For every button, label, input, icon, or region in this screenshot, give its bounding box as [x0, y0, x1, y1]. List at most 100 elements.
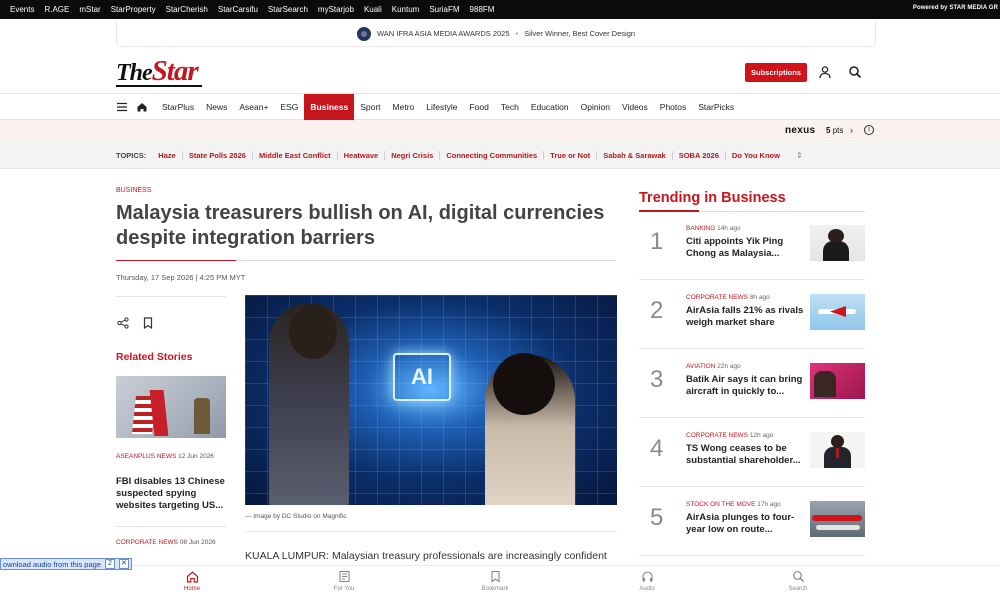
article-body: KUALA LUMPUR: Malaysian treasury profess…: [245, 550, 607, 562]
topics-expand-icon[interactable]: ⇕: [796, 151, 803, 160]
trending-rank: 4: [650, 435, 664, 462]
trending-rank: 5: [650, 504, 664, 531]
nav-food[interactable]: Food: [463, 94, 494, 120]
related-story-image[interactable]: [116, 376, 226, 438]
bottom-nav: Home For You Bookmark Audio Search: [0, 565, 1000, 600]
nav-videos[interactable]: Videos: [616, 94, 654, 120]
topic-link[interactable]: Haze: [152, 151, 183, 160]
topic-link[interactable]: Negri Crisis: [385, 151, 441, 160]
article-kicker[interactable]: BUSINESS: [116, 187, 151, 194]
trending-title[interactable]: TS Wong ceases to be substantial shareho…: [686, 443, 804, 467]
trending-item[interactable]: 3 AVIATION 22h ago Batik Air says it can…: [639, 350, 865, 418]
award-subtitle: Silver Winner, Best Cover Design: [524, 29, 636, 38]
user-icon[interactable]: [818, 65, 832, 79]
nav-opinion[interactable]: Opinion: [575, 94, 616, 120]
topic-link[interactable]: Heatwave: [338, 151, 386, 160]
article-hero-image[interactable]: AI: [245, 295, 617, 505]
network-link-kuali[interactable]: Kuali: [364, 5, 382, 14]
audio-widget-close-button[interactable]: ✕: [118, 559, 129, 569]
trending-title[interactable]: AirAsia plunges to four-year low on rout…: [686, 512, 804, 536]
logo-underline: [116, 85, 202, 87]
chevron-right-icon[interactable]: ›: [850, 125, 853, 135]
nav-news[interactable]: News: [200, 94, 233, 120]
trending-thumbnail[interactable]: [810, 294, 865, 330]
bookmark-icon[interactable]: [142, 316, 154, 330]
network-link-starcherish[interactable]: StarCherish: [166, 5, 208, 14]
home-icon[interactable]: [136, 101, 148, 113]
trending-title[interactable]: AirAsia falls 21% as rivals weigh market…: [686, 305, 804, 329]
trending-thumbnail[interactable]: [810, 432, 865, 468]
hamburger-menu-icon[interactable]: [116, 101, 128, 113]
related-story-category[interactable]: ASEANPLUS NEWS: [116, 453, 176, 460]
download-audio-widget[interactable]: ownload audio from this page 2 ✕: [0, 558, 132, 570]
trending-rank: 2: [650, 297, 664, 324]
network-link-starsearch[interactable]: StarSearch: [268, 5, 308, 14]
share-icon[interactable]: [117, 316, 129, 329]
topic-link[interactable]: Sabah & Sarawak: [597, 151, 673, 160]
trending-rank: 3: [650, 366, 664, 393]
info-icon[interactable]: i: [864, 125, 874, 135]
related-story-title[interactable]: FBI disables 13 Chinese suspected spying…: [116, 476, 226, 512]
nav-asean[interactable]: Asean+: [233, 94, 274, 120]
nexus-points[interactable]: 5 pts: [826, 126, 843, 135]
bottom-nav-for-you-label: For You: [333, 586, 355, 592]
nav-business[interactable]: Business: [304, 94, 355, 120]
network-link-suriafm[interactable]: SuriaFM: [429, 5, 459, 14]
topic-link[interactable]: Middle East Conflict: [253, 151, 338, 160]
topic-link[interactable]: SOBA 2026: [673, 151, 726, 160]
bottom-nav-bookmark[interactable]: Bookmark: [465, 570, 525, 592]
trending-item[interactable]: 5 STOCK ON THE MOVE 17h ago AirAsia plun…: [639, 488, 865, 556]
trending-meta: CORPORATE NEWS 12h ago: [686, 432, 773, 439]
trending-item[interactable]: 4 CORPORATE NEWS 12h ago TS Wong ceases …: [639, 419, 865, 487]
trending-thumbnail[interactable]: [810, 363, 865, 399]
nav-starpicks[interactable]: StarPicks: [692, 94, 740, 120]
trending-category: CORPORATE NEWS: [686, 432, 748, 439]
image-caption: — Image by DC Studio on Magnific: [245, 513, 347, 520]
network-link-mystarjob[interactable]: myStarjob: [318, 5, 354, 14]
the-star-logo[interactable]: TheStar: [116, 55, 202, 93]
nav-lifestyle[interactable]: Lifestyle: [420, 94, 463, 120]
award-banner[interactable]: WAN IFRA ASIA MEDIA AWARDS 2025 • Silver…: [116, 21, 876, 47]
trending-meta: CORPORATE NEWS 8h ago: [686, 294, 770, 301]
nav-starplus[interactable]: StarPlus: [156, 94, 200, 120]
network-link-mstar[interactable]: mStar: [79, 5, 100, 14]
audio-widget-help-button[interactable]: 2: [104, 559, 115, 569]
trending-item[interactable]: 2 CORPORATE NEWS 8h ago AirAsia falls 21…: [639, 281, 865, 349]
topic-link[interactable]: State Polls 2026: [183, 151, 253, 160]
network-link-988fm[interactable]: 988FM: [470, 5, 495, 14]
search-icon[interactable]: [848, 65, 862, 79]
nexus-logo[interactable]: nexus: [785, 125, 815, 136]
nav-esg[interactable]: ESG: [274, 94, 304, 120]
topic-link[interactable]: Connecting Communities: [440, 151, 545, 160]
caption-divider: [245, 531, 617, 532]
bottom-nav-for-you[interactable]: For You: [314, 570, 374, 592]
nav-sport[interactable]: Sport: [354, 94, 386, 120]
download-audio-label[interactable]: ownload audio from this page: [3, 560, 101, 569]
award-badge-icon: [356, 26, 371, 41]
nav-education[interactable]: Education: [525, 94, 575, 120]
network-link-events[interactable]: Events: [10, 5, 34, 14]
trending-title[interactable]: Batik Air says it can bring aircraft in …: [686, 374, 804, 398]
trending-item[interactable]: 1 BANKING 14h ago Citi appoints Yik Ping…: [639, 212, 865, 280]
trending-title[interactable]: Citi appoints Yik Ping Chong as Malaysia…: [686, 236, 804, 260]
trending-thumbnail[interactable]: [810, 225, 865, 261]
topic-link[interactable]: True or Not: [544, 151, 598, 160]
subscriptions-button[interactable]: Subscriptions: [745, 63, 807, 82]
nav-metro[interactable]: Metro: [387, 94, 421, 120]
network-link-rage[interactable]: R.AGE: [44, 5, 69, 14]
nav-photos[interactable]: Photos: [654, 94, 692, 120]
bottom-nav-home[interactable]: Home: [162, 570, 222, 592]
nexus-points-strip: nexus 5 pts › i: [0, 120, 1000, 142]
network-links: Events R.AGE mStar StarProperty StarCher…: [10, 5, 494, 14]
bottom-nav-audio[interactable]: Audio: [617, 570, 677, 592]
network-link-starcarsifu[interactable]: StarCarsifu: [218, 5, 258, 14]
logo-star: Star: [151, 55, 199, 87]
related-story-category[interactable]: CORPORATE NEWS: [116, 539, 178, 546]
trending-thumbnail[interactable]: [810, 501, 865, 537]
network-link-kuntum[interactable]: Kuntum: [392, 5, 420, 14]
topic-link[interactable]: Do You Know: [726, 151, 786, 160]
bottom-nav-home-label: Home: [183, 586, 200, 592]
bottom-nav-search[interactable]: Search: [768, 570, 828, 592]
network-link-starproperty[interactable]: StarProperty: [111, 5, 156, 14]
nav-tech[interactable]: Tech: [495, 94, 525, 120]
